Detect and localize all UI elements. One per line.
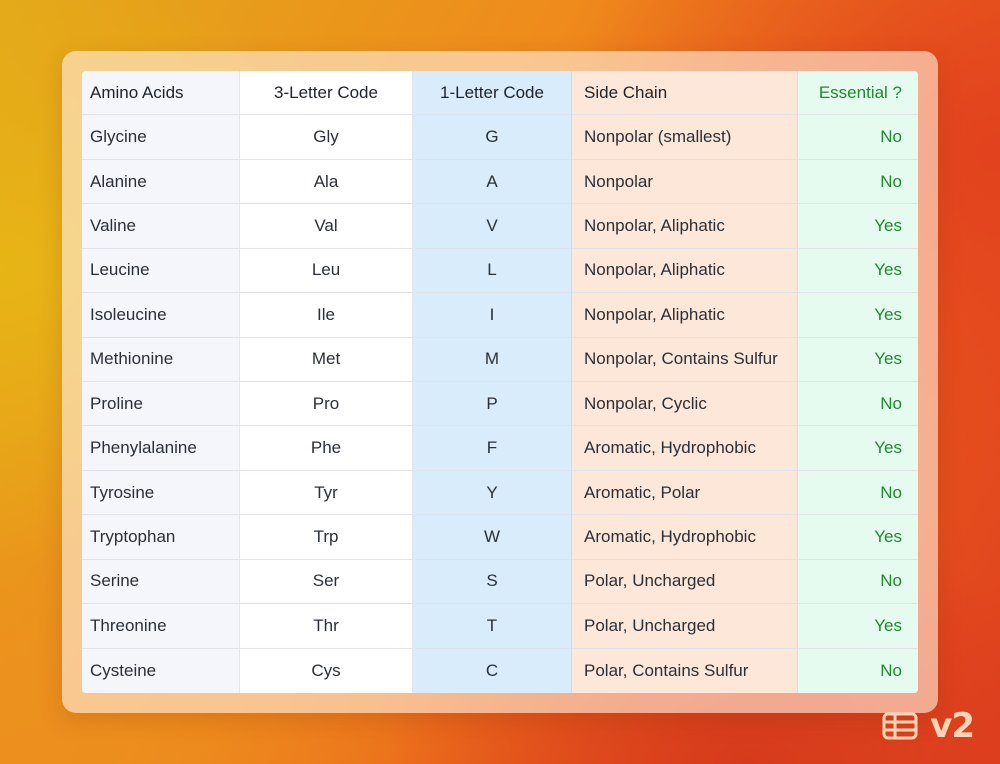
cell-amino-acid: Valine [82, 204, 240, 249]
header-three-letter-code: 3-Letter Code [240, 71, 413, 116]
version-badge: v2 [882, 706, 975, 746]
header-essential: Essential ? [798, 71, 918, 116]
cell-side-chain: Nonpolar, Cyclic [572, 381, 798, 427]
cell-amino-acid: Threonine [82, 604, 240, 649]
cell-one-letter-code: P [413, 381, 572, 427]
cell-essential: Yes [798, 293, 918, 338]
cell-essential: Yes [798, 604, 918, 649]
cell-three-letter-code: Ile [240, 293, 413, 338]
cell-three-letter-code: Pro [240, 381, 413, 427]
cell-three-letter-code: Ser [240, 559, 413, 605]
cell-one-letter-code: L [413, 248, 572, 294]
cell-side-chain: Nonpolar [572, 159, 798, 205]
cell-amino-acid: Tyrosine [82, 470, 240, 516]
cell-essential: Yes [798, 515, 918, 560]
cell-three-letter-code: Cys [240, 648, 413, 693]
cell-essential: No [798, 648, 918, 693]
cell-essential: No [798, 159, 918, 205]
cell-amino-acid: Methionine [82, 337, 240, 382]
cell-side-chain: Aromatic, Polar [572, 470, 798, 516]
table-icon [882, 712, 918, 740]
cell-side-chain: Polar, Uncharged [572, 559, 798, 605]
cell-three-letter-code: Tyr [240, 470, 413, 516]
cell-side-chain: Nonpolar, Contains Sulfur [572, 337, 798, 382]
cell-three-letter-code: Gly [240, 115, 413, 160]
cell-essential: No [798, 115, 918, 160]
header-one-letter-code: 1-Letter Code [413, 71, 572, 116]
cell-essential: Yes [798, 248, 918, 294]
cell-one-letter-code: G [413, 115, 572, 160]
table-card: Amino Acids 3-Letter Code 1-Letter Code … [62, 51, 938, 713]
cell-essential: Yes [798, 204, 918, 249]
cell-three-letter-code: Ala [240, 159, 413, 205]
cell-side-chain: Aromatic, Hydrophobic [572, 426, 798, 471]
header-side-chain: Side Chain [572, 71, 798, 116]
cell-three-letter-code: Phe [240, 426, 413, 471]
cell-amino-acid: Leucine [82, 248, 240, 294]
cell-side-chain: Aromatic, Hydrophobic [572, 515, 798, 560]
cell-one-letter-code: T [413, 604, 572, 649]
cell-one-letter-code: V [413, 204, 572, 249]
cell-three-letter-code: Val [240, 204, 413, 249]
cell-one-letter-code: C [413, 648, 572, 693]
cell-side-chain: Polar, Uncharged [572, 604, 798, 649]
version-label: v2 [930, 706, 975, 746]
cell-essential: Yes [798, 337, 918, 382]
header-amino-acids: Amino Acids [82, 71, 240, 116]
cell-amino-acid: Cysteine [82, 648, 240, 693]
cell-essential: Yes [798, 426, 918, 471]
cell-amino-acid: Phenylalanine [82, 426, 240, 471]
cell-essential: No [798, 381, 918, 427]
cell-essential: No [798, 470, 918, 516]
cell-amino-acid: Serine [82, 559, 240, 605]
cell-one-letter-code: S [413, 559, 572, 605]
cell-amino-acid: Alanine [82, 159, 240, 205]
cell-one-letter-code: Y [413, 470, 572, 516]
cell-essential: No [798, 559, 918, 605]
cell-side-chain: Nonpolar, Aliphatic [572, 204, 798, 249]
cell-side-chain: Polar, Contains Sulfur [572, 648, 798, 693]
cell-side-chain: Nonpolar (smallest) [572, 115, 798, 160]
cell-three-letter-code: Thr [240, 604, 413, 649]
cell-amino-acid: Proline [82, 381, 240, 427]
cell-three-letter-code: Met [240, 337, 413, 382]
cell-amino-acid: Isoleucine [82, 293, 240, 338]
cell-side-chain: Nonpolar, Aliphatic [572, 293, 798, 338]
cell-one-letter-code: W [413, 515, 572, 560]
amino-acid-table: Amino Acids 3-Letter Code 1-Letter Code … [82, 71, 918, 693]
cell-side-chain: Nonpolar, Aliphatic [572, 248, 798, 294]
cell-amino-acid: Glycine [82, 115, 240, 160]
cell-one-letter-code: A [413, 159, 572, 205]
cell-three-letter-code: Leu [240, 248, 413, 294]
cell-three-letter-code: Trp [240, 515, 413, 560]
cell-amino-acid: Tryptophan [82, 515, 240, 560]
cell-one-letter-code: F [413, 426, 572, 471]
cell-one-letter-code: M [413, 337, 572, 382]
cell-one-letter-code: I [413, 293, 572, 338]
